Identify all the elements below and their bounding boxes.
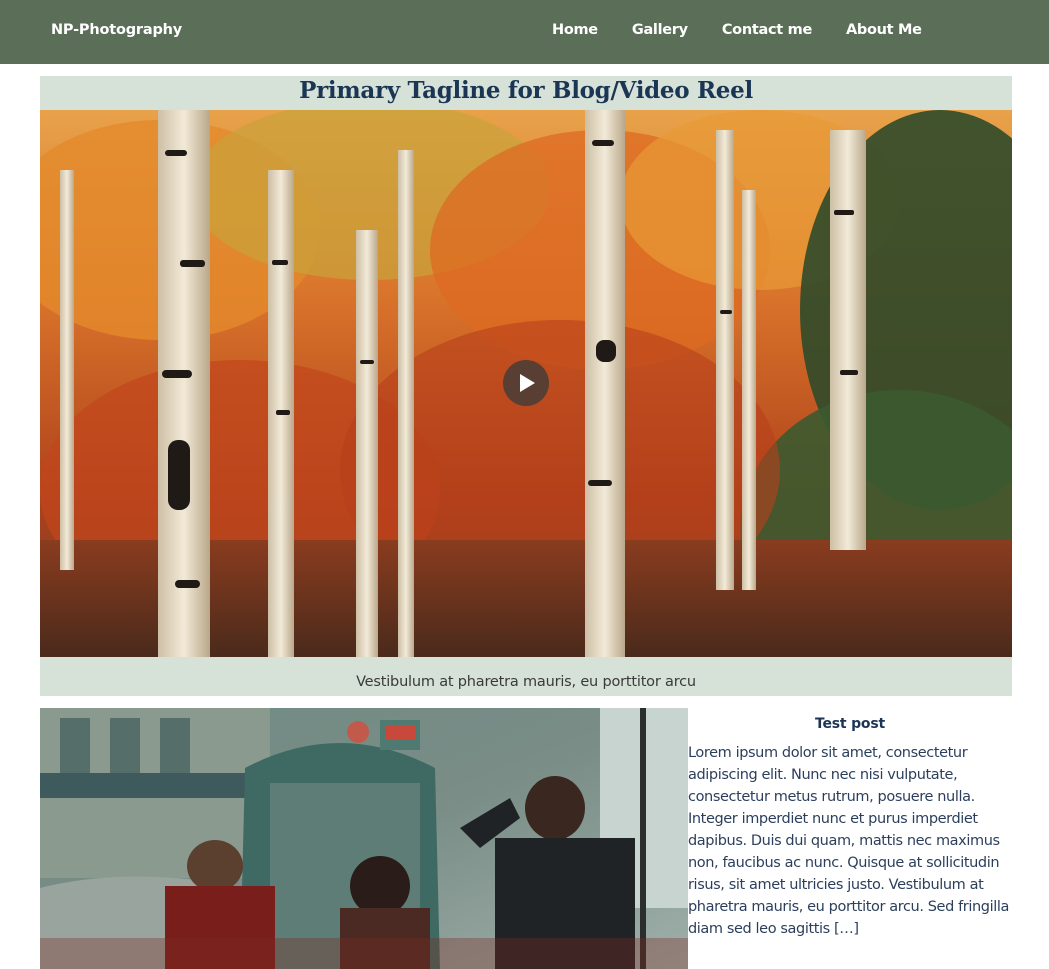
video-play-button[interactable] xyxy=(503,360,549,406)
post-excerpt: Lorem ipsum dolor sit amet, consectetur … xyxy=(688,745,1009,937)
nav-link-home[interactable]: Home xyxy=(552,22,598,38)
hero-caption: Vestibulum at pharetra mauris, eu portti… xyxy=(356,674,696,690)
video-player[interactable] xyxy=(40,110,1012,657)
hero-section: Primary Tagline for Blog/Video Reel Vest… xyxy=(40,76,1012,696)
main-nav: Home Gallery Contact me About Me xyxy=(552,22,956,38)
hero-tagline: Primary Tagline for Blog/Video Reel xyxy=(299,77,753,104)
top-navbar: NP-Photography Home Gallery Contact me A… xyxy=(0,0,1049,64)
play-icon xyxy=(520,374,535,392)
post-featured-image[interactable] xyxy=(40,708,688,969)
post-title-link[interactable]: Test post xyxy=(688,716,1012,732)
site-brand-link[interactable]: NP-Photography xyxy=(51,22,182,38)
nav-link-contact[interactable]: Contact me xyxy=(722,22,812,38)
nav-link-about[interactable]: About Me xyxy=(846,22,922,38)
nav-link-gallery[interactable]: Gallery xyxy=(632,22,688,38)
post-photo-phone-booth xyxy=(40,708,688,969)
